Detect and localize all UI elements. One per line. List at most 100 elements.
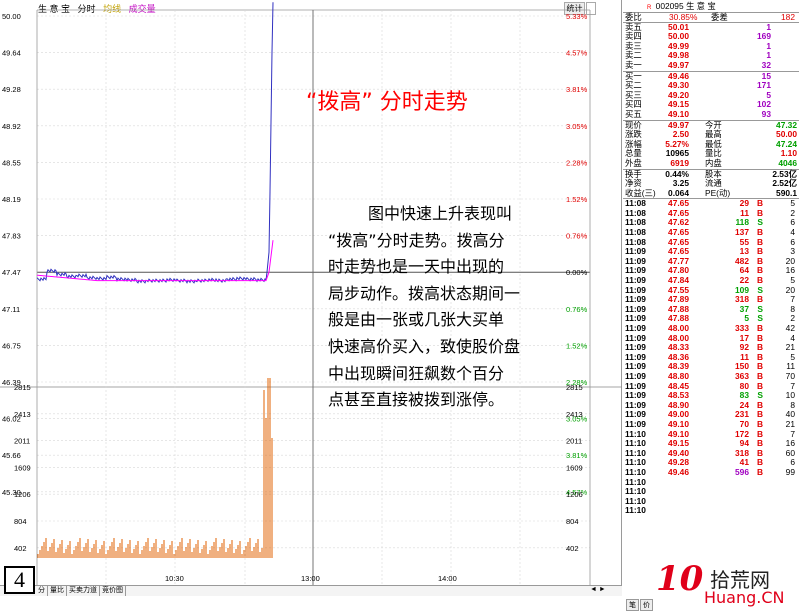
- tick-row: 11:09 48.33 92 B 21: [623, 343, 799, 353]
- tick-price: 49.15: [668, 438, 689, 449]
- tick-row: 11:10 49.46 596 B 99: [623, 466, 799, 478]
- chart-title: “拨高” 分时走势: [306, 90, 468, 115]
- price-tick-label: 45.66: [2, 451, 21, 460]
- tick-time: 11:10: [625, 457, 646, 468]
- intraday-chart-area: 生 意 宝 分时 均线 成交量 统计 50.00 5.33% 49.64 4.57% 4…: [0, 0, 622, 596]
- tick-row: 11:09 47.88 37 S 8: [623, 304, 799, 315]
- nav-arrows[interactable]: ◄ ►: [590, 586, 606, 593]
- stats-block: 现价 49.97 今开 47.32 涨跌 2.50 最高 50.00 涨幅 5.27% 最低 47.2…: [623, 120, 799, 170]
- tick-row: 11:10 49.28 41 B 6: [623, 458, 799, 468]
- side-tab[interactable]: 价: [640, 599, 653, 611]
- tick-row: 11:09 48.00 333 B 42: [623, 324, 799, 334]
- description-line: 点甚至直接被拨到涨停。: [328, 390, 505, 410]
- buy-row: 买二 49.30 171: [623, 81, 799, 91]
- tick-row: 11:09 48.39 150 B 11: [623, 362, 799, 372]
- tick-volume: 92: [739, 342, 749, 353]
- price-tick-label: 48.92: [2, 122, 21, 131]
- tick-time: 11:09: [625, 418, 646, 429]
- tick-price: 48.33: [668, 342, 689, 353]
- tick-row: 11:08 47.62 118 S 6: [623, 218, 799, 228]
- sell-label: 卖一: [625, 59, 642, 70]
- sell-label: 卖四: [625, 31, 642, 42]
- tick-time: 11:10: [625, 466, 646, 477]
- tick-row: 11:09 49.10 70 B 21: [623, 418, 799, 430]
- tick-price: 47.65: [668, 198, 689, 209]
- sell-volume: 32: [761, 59, 771, 70]
- side-tab[interactable]: 笔: [626, 599, 639, 611]
- tick-side: B: [756, 227, 763, 238]
- pct-tick-label: 5.33%: [566, 12, 588, 21]
- tick-time: 11:08: [625, 227, 646, 238]
- price-tick-label: 49.64: [2, 49, 21, 58]
- watermark-name-en: Huang.CN: [704, 588, 785, 607]
- tick-price: 47.89: [668, 294, 689, 305]
- stat-label: 收益(三): [625, 187, 656, 198]
- price-tick-label: 47.83: [2, 232, 21, 241]
- tick-row: 11:09 47.77 482 B 20: [623, 256, 799, 267]
- tick-count: 42: [785, 323, 795, 333]
- stat-value: 0.064: [668, 187, 689, 198]
- tick-side: B: [756, 246, 763, 257]
- buy-price: 49.30: [668, 80, 689, 91]
- watermark-logo: 10 拾荒网 Huang.CN: [656, 560, 796, 608]
- price-tick-label: 47.11: [2, 305, 20, 314]
- tick-row: 11:09 47.88 5 S 2: [623, 314, 799, 324]
- buy-label: 买五: [625, 108, 642, 119]
- sell-row: 卖五 50.01 1: [623, 22, 799, 33]
- stat-value: 4046: [778, 157, 797, 168]
- tick-price: 48.80: [668, 370, 689, 381]
- pct-tick-label: 2.28%: [566, 158, 588, 167]
- tick-row: 11:10 49.10 172 B 7: [623, 429, 799, 440]
- buy-price: 49.15: [668, 99, 689, 110]
- description-text: 图中快速上升表现叫 “拨高”分时走势。拨高分 时走势也是一天中出现的 局步动作。拨高状…: [328, 201, 590, 414]
- volume-tick-label: 2815: [14, 383, 31, 392]
- tick-price: 47.84: [668, 275, 689, 286]
- bottom-tab[interactable]: 量比: [48, 586, 67, 596]
- quote-panel: R 002095 生 意 宝 委比 30.85% 委差 182 卖五 50.01 1…: [623, 0, 799, 612]
- stat-value: 3.25: [672, 178, 689, 189]
- tick-side: B: [756, 466, 763, 477]
- tick-row: 11:09 48.36 11 B 5: [623, 352, 799, 363]
- tick-volume: 137: [735, 227, 749, 238]
- tick-count: 21: [785, 418, 795, 429]
- weibi-label: 委比: [625, 12, 642, 22]
- bottom-tab[interactable]: 竞价图: [100, 586, 126, 596]
- weibi-row: 委比 30.85% 委差 182: [623, 13, 799, 23]
- volume-tick-label: 1609: [14, 463, 31, 472]
- pct-tick-label: 3.81%: [566, 85, 588, 94]
- tick-volume: 318: [735, 294, 749, 305]
- sell-row: 卖一 49.97 32: [623, 59, 799, 71]
- tick-volume: 41: [739, 457, 749, 468]
- tick-row: 11:10: [623, 477, 799, 488]
- price-line: [36, 2, 274, 284]
- tick-row: 11:09 47.65 13 B 3: [623, 247, 799, 257]
- stat-row: 收益(三) 0.064 PE(动) 590.1: [623, 187, 799, 199]
- price-tick-label: 46.75: [2, 341, 21, 350]
- buy-row: 买一 49.46 15: [623, 71, 799, 82]
- stock-name-header: 生 意 宝: [685, 1, 716, 11]
- stat-row: 外盘 6919 内盘 4046: [623, 157, 799, 169]
- tick-row: 11:09 48.90 24 B 8: [623, 400, 799, 411]
- page-number: 4: [4, 566, 35, 594]
- tick-time: 11:08: [625, 198, 646, 209]
- stat-label: 量比: [705, 148, 722, 159]
- tick-row: 11:09 47.80 64 B 16: [623, 266, 799, 276]
- buy-label: 买四: [625, 99, 642, 110]
- stat-label: 涨跌: [625, 129, 642, 140]
- buy-volume: 102: [757, 99, 771, 110]
- tick-count: 6: [790, 457, 795, 468]
- avg-price-line: [36, 240, 274, 282]
- tick-row: 11:09 48.45 80 B 7: [623, 381, 799, 392]
- buy-volume: 171: [757, 80, 771, 91]
- tick-count: 40: [785, 409, 795, 420]
- tick-time: 11:09: [625, 342, 646, 353]
- tick-count: 10: [785, 390, 795, 401]
- tick-volume: 22: [739, 275, 749, 286]
- bottom-tab[interactable]: 买卖力道: [67, 586, 100, 596]
- tick-side: B: [756, 457, 763, 468]
- stat-label: 总量: [625, 148, 642, 159]
- sell-row: 卖四 50.00 169: [623, 32, 799, 42]
- tick-time: 11:09: [625, 370, 646, 381]
- stat-value: 6919: [670, 157, 689, 168]
- tick-row: 11:08 47.65 11 B 2: [623, 208, 799, 219]
